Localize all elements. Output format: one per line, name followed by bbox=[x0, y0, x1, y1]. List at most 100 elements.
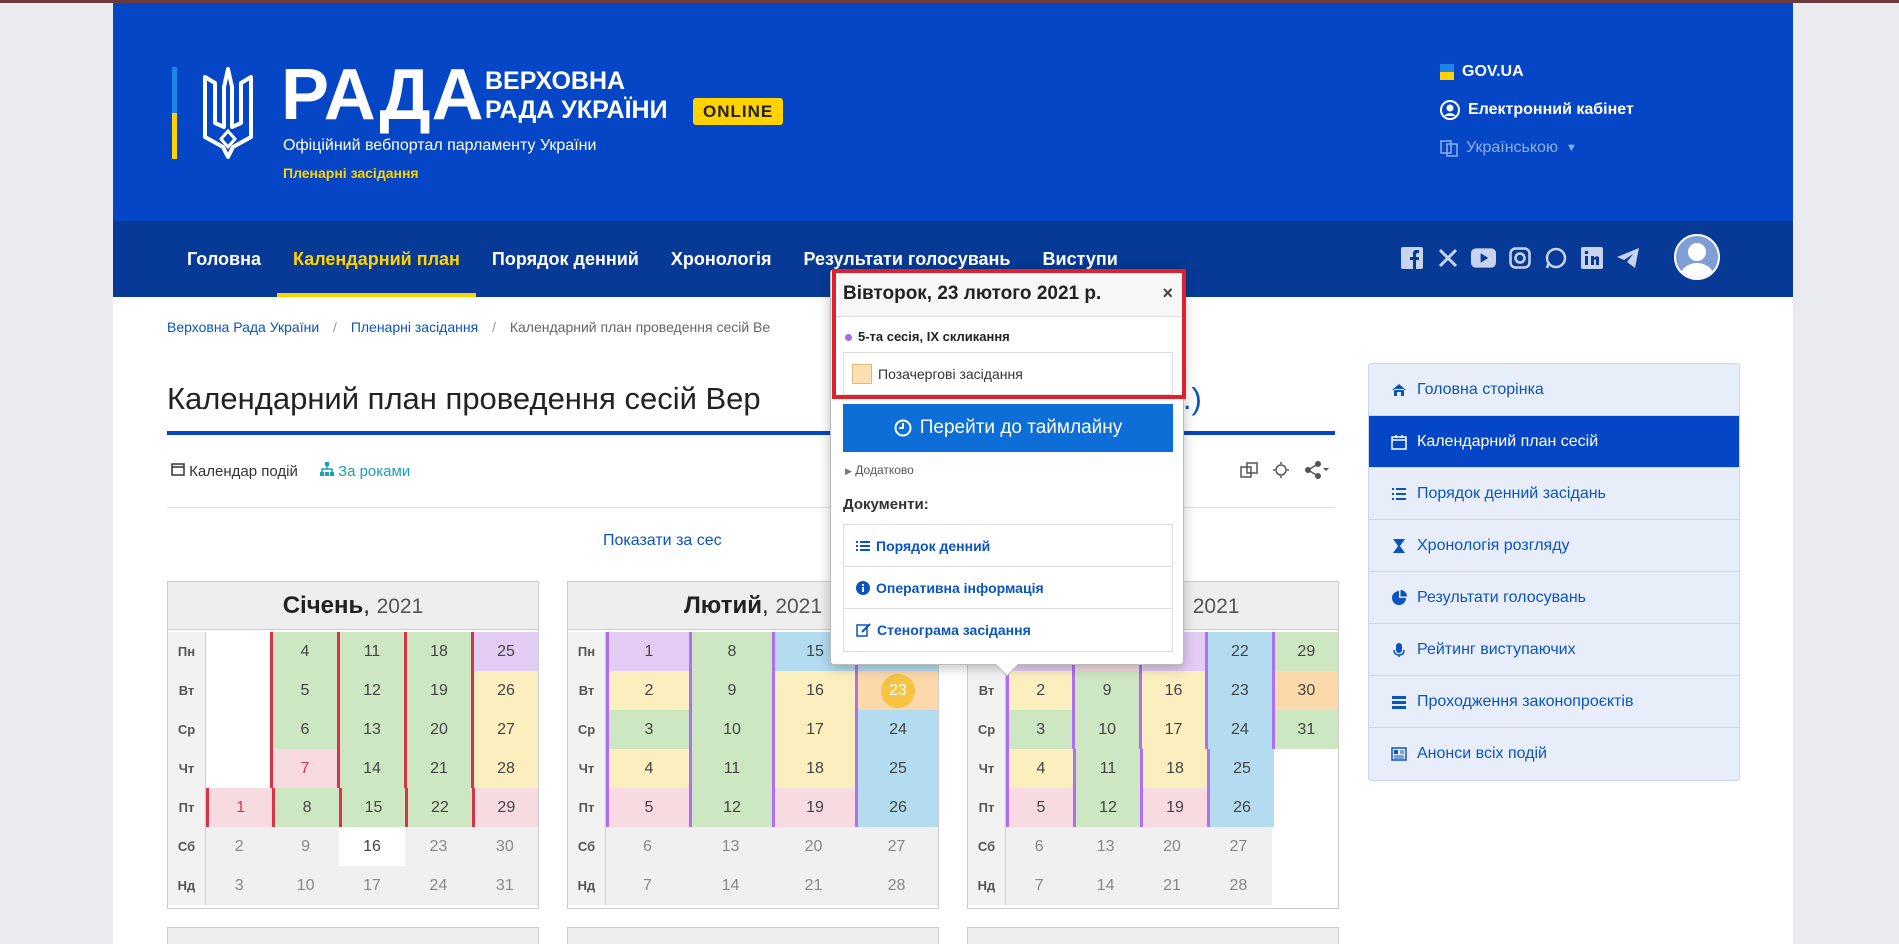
calendar-day[interactable]: 31 bbox=[1271, 710, 1339, 749]
calendar-day[interactable]: 21 bbox=[772, 866, 855, 905]
calendar-day[interactable]: 24 bbox=[1205, 710, 1272, 749]
calendar-day[interactable]: 10 bbox=[1072, 710, 1139, 749]
calendar-day[interactable]: 20 bbox=[772, 827, 855, 866]
calendar-day[interactable]: 22 bbox=[405, 788, 472, 827]
calendar-day[interactable]: 23 bbox=[405, 827, 472, 866]
calendar-day[interactable]: 29 bbox=[471, 788, 539, 827]
calendar-day[interactable]: 16 bbox=[338, 827, 406, 866]
calendar-day[interactable]: 2 bbox=[606, 671, 689, 710]
calendar-day[interactable]: 20 bbox=[1138, 827, 1206, 866]
calendar-day[interactable]: 17 bbox=[338, 866, 406, 905]
facebook-icon[interactable] bbox=[1399, 245, 1424, 270]
calendar-day[interactable]: 20 bbox=[404, 710, 471, 749]
sidebar-item-chronology[interactable]: Хронологія розгляду bbox=[1369, 520, 1739, 572]
calendar-day[interactable]: 7 bbox=[1006, 866, 1073, 905]
go-to-timeline-button[interactable]: Перейти до таймлайну bbox=[843, 404, 1173, 452]
instagram-icon[interactable] bbox=[1507, 245, 1532, 270]
calendar-day[interactable]: 10 bbox=[272, 866, 339, 905]
calendar-day[interactable]: 23 bbox=[1205, 671, 1272, 710]
additional-toggle[interactable]: ▶ Додатково bbox=[845, 463, 914, 477]
calendar-day[interactable]: 3 bbox=[1006, 710, 1073, 749]
windows-icon[interactable] bbox=[1240, 461, 1258, 484]
by-years-link[interactable]: За роками bbox=[319, 462, 410, 480]
sidebar-item-voting[interactable]: Результати голосувань bbox=[1369, 572, 1739, 624]
trident-logo-icon[interactable] bbox=[199, 67, 257, 159]
show-by-session-link[interactable]: Показати за сес bbox=[603, 532, 722, 550]
contrast-icon[interactable] bbox=[1272, 461, 1290, 484]
calendar-day[interactable]: 22 bbox=[1205, 632, 1272, 671]
calendar-day[interactable]: 25 bbox=[855, 749, 938, 788]
calendar-day[interactable]: 12 bbox=[337, 671, 404, 710]
calendar-day[interactable]: 19 bbox=[772, 788, 855, 827]
user-avatar[interactable] bbox=[1674, 234, 1720, 280]
calendar-day[interactable]: 1 bbox=[606, 632, 689, 671]
document-transcript-link[interactable]: Стенограма засідання bbox=[844, 609, 1172, 651]
calendar-day[interactable]: 11 bbox=[1073, 749, 1140, 788]
calendar-day[interactable]: 14 bbox=[1072, 866, 1139, 905]
calendar-day[interactable]: 30 bbox=[471, 827, 539, 866]
calendar-day[interactable]: 19 bbox=[1140, 788, 1207, 827]
sidebar-item-bills[interactable]: Проходження законопроєктів bbox=[1369, 676, 1739, 728]
close-icon[interactable]: × bbox=[1162, 282, 1173, 304]
calendar-day[interactable]: 26 bbox=[471, 671, 538, 710]
calendar-day[interactable]: 18 bbox=[772, 749, 855, 788]
calendar-day[interactable]: 2 bbox=[1006, 671, 1073, 710]
calendar-day[interactable]: 28 bbox=[855, 866, 938, 905]
sidebar-item-announcements[interactable]: Анонси всіх подій bbox=[1369, 728, 1739, 780]
calendar-day[interactable]: 25 bbox=[1207, 749, 1274, 788]
calendar-day[interactable]: 30 bbox=[1271, 671, 1339, 710]
calendar-day[interactable]: 26 bbox=[855, 788, 938, 827]
calendar-day[interactable]: 17 bbox=[772, 710, 855, 749]
telegram-icon[interactable] bbox=[1615, 245, 1640, 270]
document-info-link[interactable]: Оперативна інформація bbox=[844, 567, 1172, 609]
calendar-day[interactable]: 18 bbox=[1140, 749, 1207, 788]
calendar-day[interactable]: 31 bbox=[471, 866, 539, 905]
calendar-day[interactable]: 10 bbox=[689, 710, 772, 749]
sidebar-item-home[interactable]: Головна сторінка bbox=[1369, 364, 1739, 416]
nav-chronology[interactable]: Хронологія bbox=[655, 221, 788, 297]
language-select[interactable]: Українською ▼ bbox=[1440, 137, 1634, 159]
linkedin-icon[interactable] bbox=[1579, 245, 1604, 270]
calendar-day[interactable]: 9 bbox=[1072, 671, 1139, 710]
calendar-day[interactable]: 6 bbox=[1006, 827, 1073, 866]
calendar-day[interactable]: 21 bbox=[404, 749, 471, 788]
calendar-day[interactable]: 5 bbox=[1006, 788, 1073, 827]
calendar-day[interactable]: 24 bbox=[405, 866, 472, 905]
nav-agenda[interactable]: Порядок денний bbox=[476, 221, 655, 297]
nav-calendar-plan[interactable]: Календарний план bbox=[277, 221, 476, 297]
calendar-day[interactable]: 28 bbox=[1205, 866, 1272, 905]
sidebar-item-speakers[interactable]: Рейтинг виступаючих bbox=[1369, 624, 1739, 676]
calendar-day[interactable]: 25 bbox=[471, 632, 538, 671]
calendar-day[interactable]: 29 bbox=[1271, 632, 1339, 671]
calendar-day[interactable]: 13 bbox=[689, 827, 772, 866]
calendar-day[interactable]: 8 bbox=[689, 632, 772, 671]
sidebar-item-calendar-plan[interactable]: Календарний план сесій bbox=[1369, 416, 1739, 468]
calendar-day[interactable]: 27 bbox=[855, 827, 938, 866]
calendar-day[interactable]: 9 bbox=[272, 827, 339, 866]
whatsapp-icon[interactable] bbox=[1543, 245, 1568, 270]
calendar-day[interactable]: 7 bbox=[270, 749, 337, 788]
calendar-day[interactable]: 13 bbox=[1072, 827, 1139, 866]
calendar-day[interactable]: 16 bbox=[1138, 671, 1206, 710]
calendar-day[interactable]: 5 bbox=[606, 788, 689, 827]
calendar-day[interactable]: 9 bbox=[689, 671, 772, 710]
calendar-day[interactable]: 15 bbox=[338, 788, 406, 827]
plenary-link[interactable]: Пленарні засідання bbox=[283, 165, 419, 181]
youtube-icon[interactable] bbox=[1471, 245, 1496, 270]
share-icon[interactable] bbox=[1304, 461, 1330, 484]
sidebar-item-agenda[interactable]: Порядок денний засідань bbox=[1369, 468, 1739, 520]
calendar-day[interactable]: 4 bbox=[1006, 749, 1073, 788]
calendar-day[interactable]: 19 bbox=[404, 671, 471, 710]
calendar-day[interactable]: 6 bbox=[270, 710, 337, 749]
calendar-day[interactable]: 28 bbox=[471, 749, 538, 788]
calendar-day[interactable]: 7 bbox=[606, 866, 689, 905]
calendar-day[interactable]: 18 bbox=[404, 632, 471, 671]
calendar-day[interactable]: 4 bbox=[606, 749, 689, 788]
document-agenda-link[interactable]: Порядок денний bbox=[844, 525, 1172, 567]
calendar-day[interactable]: 2 bbox=[206, 827, 273, 866]
govua-link[interactable]: GOV.UA bbox=[1440, 61, 1634, 83]
calendar-day[interactable]: 11 bbox=[337, 632, 404, 671]
calendar-day[interactable]: 6 bbox=[606, 827, 689, 866]
calendar-day[interactable]: 4 bbox=[270, 632, 337, 671]
calendar-day[interactable]: 12 bbox=[1073, 788, 1140, 827]
